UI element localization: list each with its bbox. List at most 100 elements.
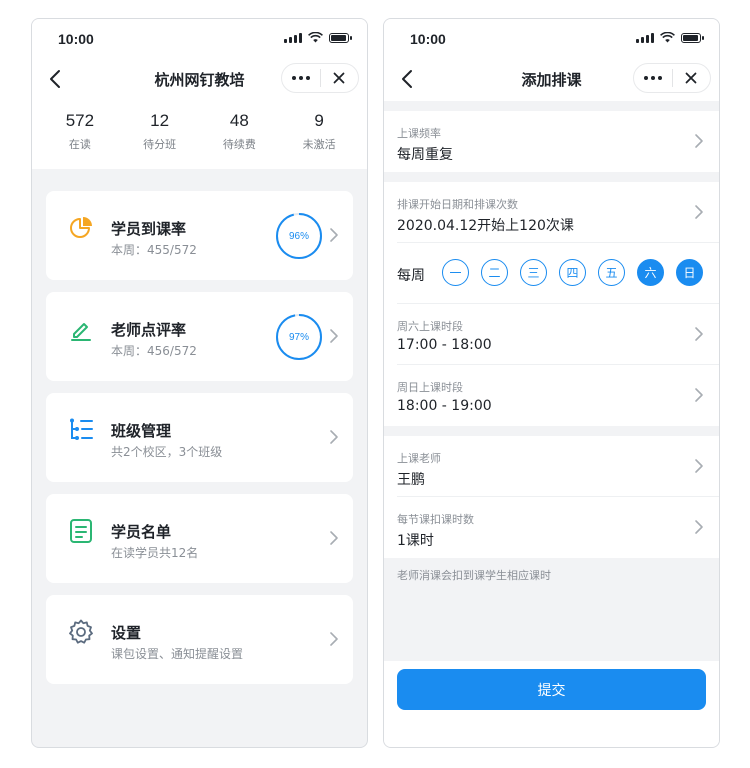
progress-label: 97% <box>288 331 309 343</box>
stat-reading[interactable]: 572 在读 <box>40 101 120 169</box>
field-value: 每周重复 <box>397 147 453 163</box>
attendance-card[interactable]: 学员到课率 本周：455/572 96% <box>46 191 353 280</box>
pen-icon <box>71 323 91 341</box>
close-icon <box>333 72 345 84</box>
dashboard-screen: 10:00 杭州网钉教培 572 在读 12 待分班 48 待续费 9 未激活 … <box>31 18 368 748</box>
field-label: 排课开始日期和排课次数 <box>397 198 518 211</box>
mini-program-capsule <box>281 63 359 93</box>
weekday-label: 每周 <box>397 268 425 284</box>
chevron-right-icon <box>695 520 703 534</box>
card-title: 学员名单 <box>111 523 172 541</box>
day-tue[interactable]: 二 <box>481 259 508 286</box>
battery-icon <box>681 33 704 43</box>
schedule-group: 排课开始日期和排课次数 2020.04.12开始上120次课 每周 一 二 三 … <box>384 182 719 426</box>
menu-cards: 学员到课率 本周：455/572 96% 老师点评率 本周：456/572 97… <box>32 169 367 684</box>
teacher-row[interactable]: 上课老师 王鹏 <box>397 436 719 497</box>
card-title: 老师点评率 <box>111 321 187 339</box>
close-button[interactable] <box>321 64 359 92</box>
start-date-row[interactable]: 排课开始日期和排课次数 2020.04.12开始上120次课 <box>397 182 719 243</box>
sunday-time-row[interactable]: 周日上课时段 18:00 - 19:00 <box>397 365 719 426</box>
field-label: 上课老师 <box>397 452 441 465</box>
class-management-card[interactable]: 班级管理 共2个校区，3个班级 <box>46 393 353 482</box>
card-subtitle: 本周：455/572 <box>111 243 197 257</box>
status-icons <box>284 32 352 43</box>
progress-label: 96% <box>288 230 309 242</box>
submit-bar: 提交 <box>384 661 719 747</box>
day-mon[interactable]: 一 <box>442 259 469 286</box>
submit-button[interactable]: 提交 <box>397 669 706 710</box>
frequency-group: 上课频率 每周重复 <box>384 111 719 172</box>
field-value: 17:00 - 18:00 <box>397 337 492 353</box>
stat-renewal[interactable]: 48 待续费 <box>200 101 280 169</box>
roster-icon <box>70 519 92 543</box>
chevron-right-icon <box>330 329 338 343</box>
chevron-right-icon <box>695 327 703 341</box>
nav-bar: 添加排课 <box>384 57 719 101</box>
chevron-right-icon <box>695 134 703 148</box>
frequency-row[interactable]: 上课频率 每周重复 <box>397 111 719 172</box>
status-bar: 10:00 <box>384 19 719 57</box>
stat-label: 在读 <box>68 138 91 151</box>
more-button[interactable] <box>282 64 320 92</box>
mini-program-capsule <box>633 63 711 93</box>
status-icons <box>636 32 704 43</box>
hint-text: 老师消课会扣到课学生相应课时 <box>384 558 719 662</box>
chevron-right-icon <box>695 205 703 219</box>
settings-card[interactable]: 设置 课包设置、通知提醒设置 <box>46 595 353 684</box>
stat-label: 待分班 <box>143 138 177 151</box>
day-sun[interactable]: 日 <box>676 259 703 286</box>
field-value: 王鹏 <box>397 472 425 488</box>
battery-icon <box>329 33 352 43</box>
nav-bar: 杭州网钉教培 <box>32 57 367 101</box>
wifi-icon <box>660 32 675 43</box>
card-title: 设置 <box>111 624 142 642</box>
stat-inactive[interactable]: 9 未激活 <box>279 101 359 169</box>
more-dots-icon <box>643 76 662 80</box>
card-subtitle: 本周：456/572 <box>111 344 197 358</box>
chevron-right-icon <box>695 459 703 473</box>
class-list-icon <box>70 418 93 440</box>
stat-label: 待续费 <box>222 138 256 151</box>
day-thu[interactable]: 四 <box>559 259 586 286</box>
stat-label: 未激活 <box>302 138 336 151</box>
chevron-right-icon <box>330 632 338 646</box>
more-button[interactable] <box>634 64 672 92</box>
class-hours-row[interactable]: 每节课扣课时数 1课时 <box>397 497 719 558</box>
status-bar: 10:00 <box>32 19 367 57</box>
signal-icon <box>636 32 654 43</box>
field-value: 2020.04.12开始上120次课 <box>397 218 574 234</box>
signal-icon <box>284 32 302 43</box>
pie-chart-icon <box>70 217 92 238</box>
card-title: 学员到课率 <box>111 220 187 238</box>
more-dots-icon <box>291 76 310 80</box>
day-sat[interactable]: 六 <box>637 259 664 286</box>
card-subtitle: 在读学员共12名 <box>111 546 199 560</box>
close-button[interactable] <box>673 64 711 92</box>
field-label: 周日上课时段 <box>397 381 463 394</box>
stat-value: 572 <box>65 111 95 130</box>
day-fri[interactable]: 五 <box>598 259 625 286</box>
field-value: 18:00 - 19:00 <box>397 398 492 414</box>
review-card[interactable]: 老师点评率 本周：456/572 97% <box>46 292 353 381</box>
chevron-right-icon <box>330 531 338 545</box>
weekday-row: 每周 一 二 三 四 五 六 日 <box>397 243 719 304</box>
status-time: 10:00 <box>410 31 446 47</box>
chevron-right-icon <box>330 228 338 242</box>
chevron-right-icon <box>330 430 338 444</box>
field-label: 周六上课时段 <box>397 320 463 333</box>
chevron-right-icon <box>695 388 703 402</box>
field-value: 1课时 <box>397 533 434 549</box>
day-wed[interactable]: 三 <box>520 259 547 286</box>
card-title: 班级管理 <box>111 422 172 440</box>
stat-value: 12 <box>150 111 170 130</box>
card-subtitle: 共2个校区，3个班级 <box>111 445 223 459</box>
add-schedule-screen: 10:00 添加排课 上课频率 每周重复 排课开始日期和排课次数 2020.04… <box>383 18 720 748</box>
field-label: 每节课扣课时数 <box>397 513 474 526</box>
status-time: 10:00 <box>58 31 94 47</box>
wifi-icon <box>308 32 323 43</box>
saturday-time-row[interactable]: 周六上课时段 17:00 - 18:00 <box>397 304 719 365</box>
stat-unassigned[interactable]: 12 待分班 <box>120 101 200 169</box>
student-roster-card[interactable]: 学员名单 在读学员共12名 <box>46 494 353 583</box>
stat-value: 9 <box>314 111 324 130</box>
stats-bar: 572 在读 12 待分班 48 待续费 9 未激活 <box>32 101 367 169</box>
